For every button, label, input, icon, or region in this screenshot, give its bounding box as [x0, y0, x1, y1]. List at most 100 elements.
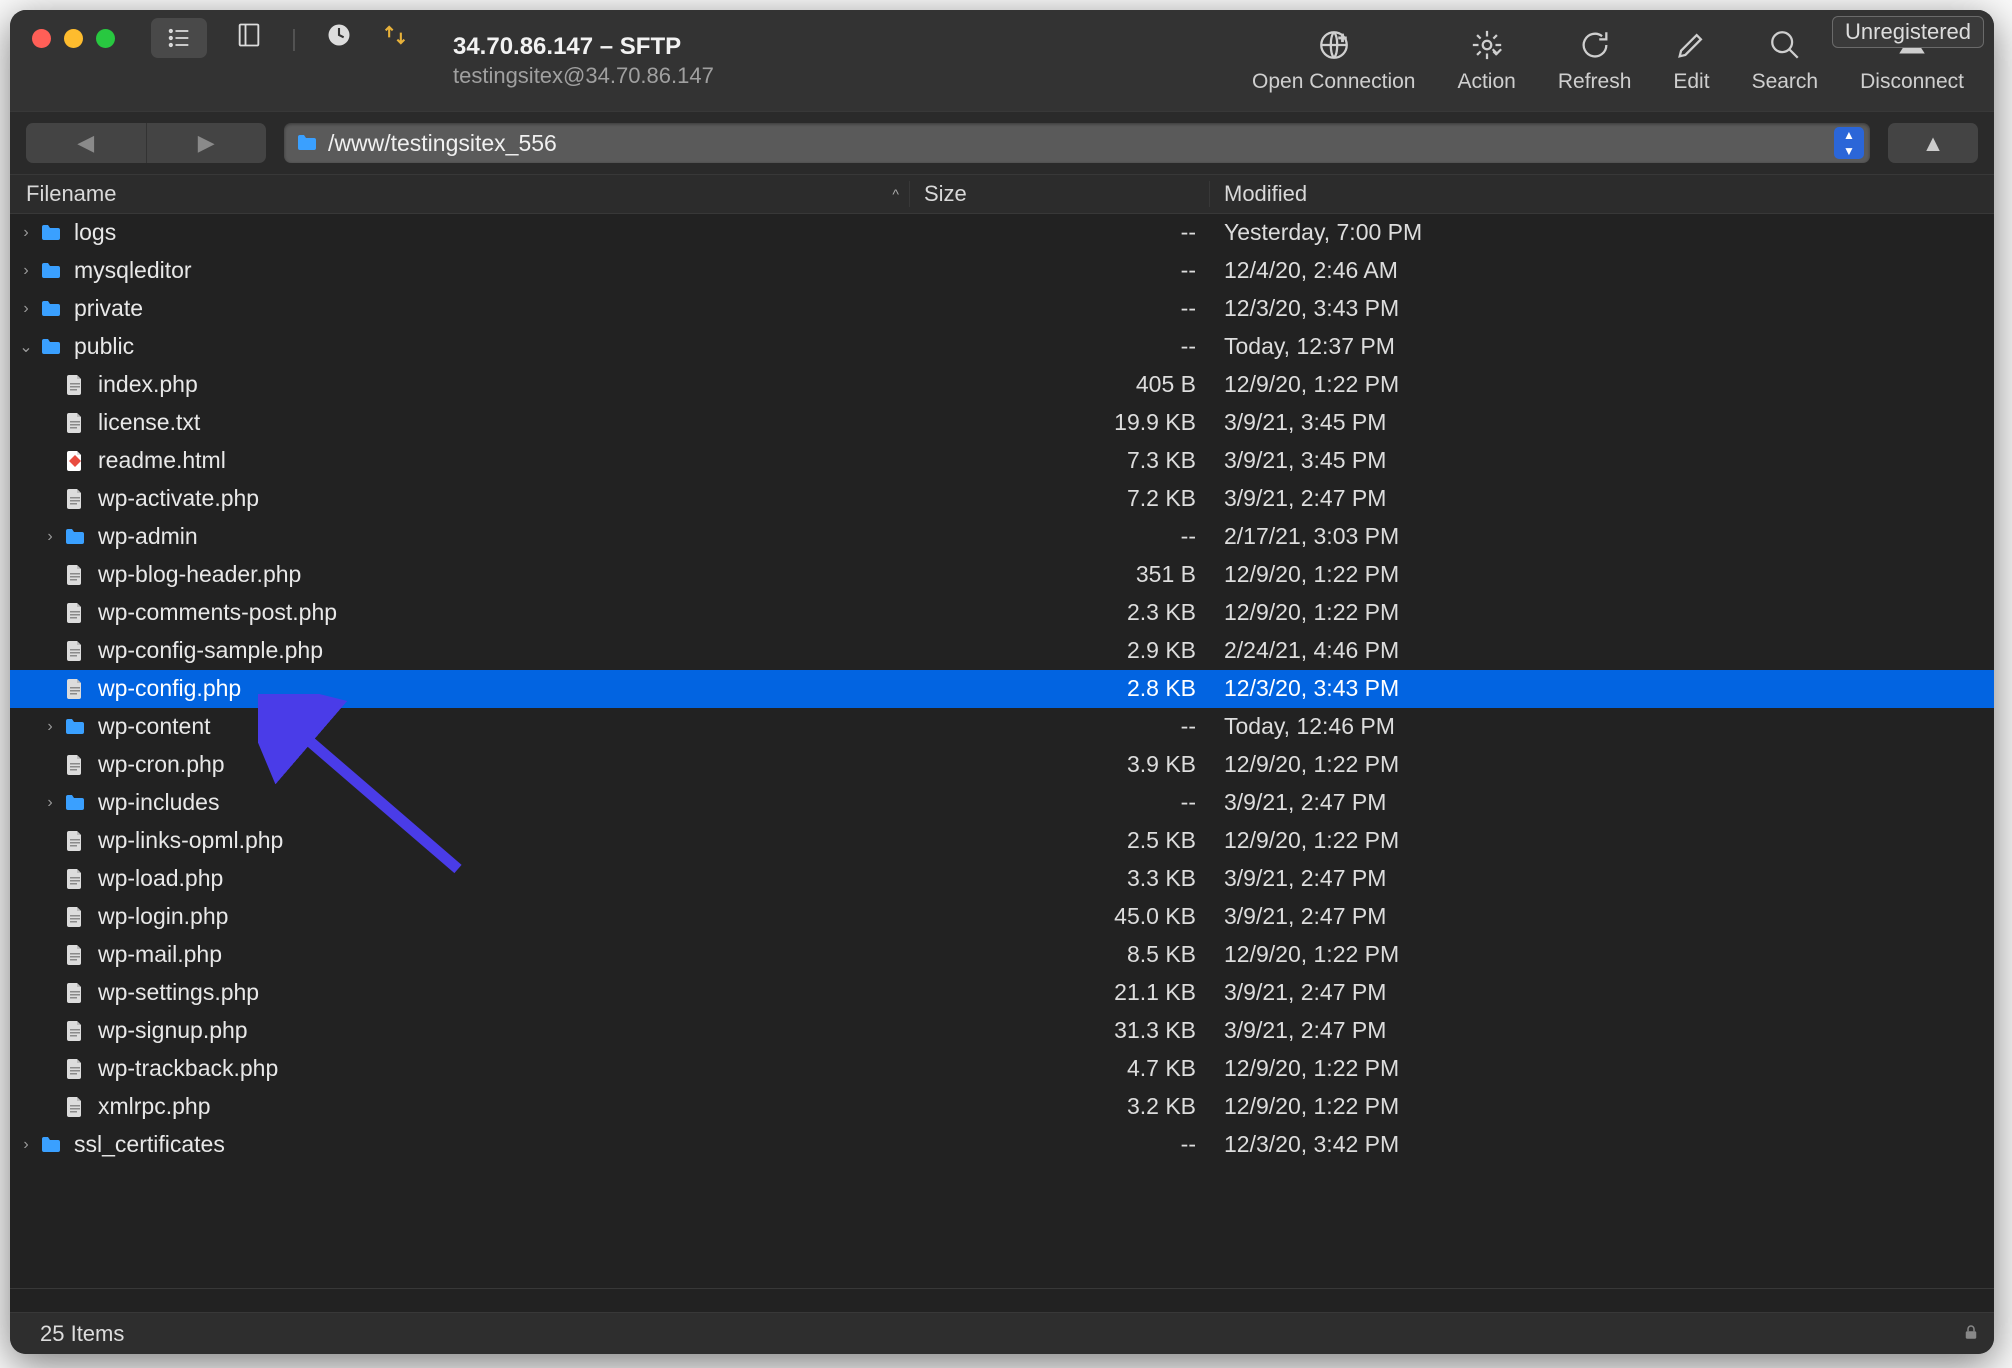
file-modified-label: 12/9/20, 1:22 PM	[1210, 1055, 1994, 1082]
file-name-label: readme.html	[98, 447, 226, 474]
file-name-label: wp-content	[98, 713, 211, 740]
navbar: ◀ ▶ /www/testingsitex_556 ▲▼ ▲	[10, 112, 1994, 174]
lock-icon	[1962, 1321, 1980, 1347]
file-row[interactable]: wp-links-opml.php2.5 KB12/9/20, 1:22 PM	[10, 822, 1994, 860]
file-name-label: wp-comments-post.php	[98, 599, 337, 626]
file-size-label: --	[910, 789, 1210, 816]
folder-icon	[62, 714, 88, 740]
folder-icon	[38, 220, 64, 246]
file-row[interactable]: ›wp-content--Today, 12:46 PM	[10, 708, 1994, 746]
file-size-label: 3.2 KB	[910, 1093, 1210, 1120]
file-row[interactable]: ›ssl_certificates--12/3/20, 3:42 PM	[10, 1126, 1994, 1164]
file-modified-label: 2/24/21, 4:46 PM	[1210, 637, 1994, 664]
file-row[interactable]: wp-mail.php8.5 KB12/9/20, 1:22 PM	[10, 936, 1994, 974]
file-list[interactable]: ›logs--Yesterday, 7:00 PM›mysqleditor--1…	[10, 214, 1994, 1288]
file-row[interactable]: wp-config-sample.php2.9 KB2/24/21, 4:46 …	[10, 632, 1994, 670]
file-row[interactable]: ›mysqleditor--12/4/20, 2:46 AM	[10, 252, 1994, 290]
path-dropdown-stepper[interactable]: ▲▼	[1834, 127, 1864, 159]
html-file-icon	[62, 448, 88, 474]
bookmarks-icon[interactable]	[235, 21, 263, 55]
minimize-window-button[interactable]	[64, 29, 83, 48]
file-icon	[62, 676, 88, 702]
file-row[interactable]: ›wp-admin--2/17/21, 3:03 PM	[10, 518, 1994, 556]
file-row[interactable]: readme.html7.3 KB3/9/21, 3:45 PM	[10, 442, 1994, 480]
file-size-label: 7.2 KB	[910, 485, 1210, 512]
file-row[interactable]: wp-activate.php7.2 KB3/9/21, 2:47 PM	[10, 480, 1994, 518]
file-icon	[62, 752, 88, 778]
disclosure-triangle-icon[interactable]: ›	[16, 300, 36, 318]
file-size-label: 2.5 KB	[910, 827, 1210, 854]
disclosure-triangle-icon[interactable]: ›	[40, 718, 60, 736]
disclosure-triangle-icon[interactable]: ›	[16, 262, 36, 280]
search-button[interactable]: Search	[1752, 28, 1819, 94]
file-row[interactable]: xmlrpc.php3.2 KB12/9/20, 1:22 PM	[10, 1088, 1994, 1126]
file-row[interactable]: wp-cron.php3.9 KB12/9/20, 1:22 PM	[10, 746, 1994, 784]
file-row[interactable]: wp-trackback.php 4.7 KB12/9/20, 1:22 PM	[10, 1050, 1994, 1088]
file-row[interactable]: wp-signup.php31.3 KB3/9/21, 2:47 PM	[10, 1012, 1994, 1050]
file-row[interactable]: ›wp-includes--3/9/21, 2:47 PM	[10, 784, 1994, 822]
file-name-label: wp-blog-header.php	[98, 561, 301, 588]
titlebar: | 34.70.86.147 – SFTP testingsitex@34.70…	[10, 10, 1994, 112]
file-modified-label: Today, 12:37 PM	[1210, 333, 1994, 360]
go-up-button[interactable]: ▲	[1888, 123, 1978, 163]
file-row[interactable]: wp-login.php45.0 KB3/9/21, 2:47 PM	[10, 898, 1994, 936]
action-button[interactable]: Action	[1457, 28, 1515, 94]
disclosure-triangle-icon[interactable]: ›	[40, 794, 60, 812]
disclosure-triangle-icon[interactable]: ›	[16, 1136, 36, 1154]
file-row[interactable]: wp-settings.php21.1 KB3/9/21, 2:47 PM	[10, 974, 1994, 1012]
file-modified-label: 12/9/20, 1:22 PM	[1210, 561, 1994, 588]
file-name-label: wp-config.php	[98, 675, 241, 702]
file-name-label: wp-trackback.php	[98, 1055, 278, 1082]
file-icon	[62, 486, 88, 512]
file-icon	[62, 372, 88, 398]
close-window-button[interactable]	[32, 29, 51, 48]
file-row[interactable]: wp-config.php2.8 KB12/3/20, 3:43 PM	[10, 670, 1994, 708]
nav-forward-button[interactable]: ▶	[146, 123, 267, 163]
file-row[interactable]: license.txt19.9 KB3/9/21, 3:45 PM	[10, 404, 1994, 442]
refresh-button[interactable]: Refresh	[1558, 28, 1632, 94]
file-row[interactable]: wp-load.php3.3 KB3/9/21, 2:47 PM	[10, 860, 1994, 898]
nav-back-button[interactable]: ◀	[26, 123, 146, 163]
column-header-modified[interactable]: Modified	[1210, 181, 1994, 207]
zoom-window-button[interactable]	[96, 29, 115, 48]
open-connection-button[interactable]: Open Connection	[1252, 28, 1415, 94]
file-row[interactable]: wp-blog-header.php351 B12/9/20, 1:22 PM	[10, 556, 1994, 594]
folder-icon	[38, 296, 64, 322]
path-field[interactable]: /www/testingsitex_556 ▲▼	[284, 123, 1870, 163]
column-header-size[interactable]: Size	[910, 181, 1210, 207]
file-name-label: wp-cron.php	[98, 751, 225, 778]
file-icon	[62, 828, 88, 854]
file-size-label: --	[910, 333, 1210, 360]
file-size-label: --	[910, 257, 1210, 284]
file-row[interactable]: wp-comments-post.php 2.3 KB12/9/20, 1:22 …	[10, 594, 1994, 632]
file-modified-label: 3/9/21, 3:45 PM	[1210, 447, 1994, 474]
history-icon[interactable]	[325, 21, 353, 55]
disclosure-triangle-icon[interactable]: ›	[16, 224, 36, 242]
file-size-label: 2.9 KB	[910, 637, 1210, 664]
file-modified-label: 12/9/20, 1:22 PM	[1210, 827, 1994, 854]
file-row[interactable]: index.php405 B12/9/20, 1:22 PM	[10, 366, 1994, 404]
file-name-label: index.php	[98, 371, 198, 398]
folder-icon	[62, 790, 88, 816]
file-row[interactable]: ⌄public--Today, 12:37 PM	[10, 328, 1994, 366]
file-icon	[62, 980, 88, 1006]
folder-icon	[294, 130, 320, 156]
file-icon	[62, 410, 88, 436]
unregistered-badge[interactable]: Unregistered	[1832, 16, 1984, 48]
file-modified-label: 12/9/20, 1:22 PM	[1210, 941, 1994, 968]
file-row[interactable]: ›private--12/3/20, 3:43 PM	[10, 290, 1994, 328]
file-modified-label: 12/9/20, 1:22 PM	[1210, 599, 1994, 626]
file-modified-label: 12/9/20, 1:22 PM	[1210, 1093, 1994, 1120]
file-row[interactable]: ›logs--Yesterday, 7:00 PM	[10, 214, 1994, 252]
file-size-label: 2.3 KB	[910, 599, 1210, 626]
file-size-label: --	[910, 1131, 1210, 1158]
disclosure-triangle-icon[interactable]: ›	[40, 528, 60, 546]
file-icon	[62, 904, 88, 930]
file-size-label: 4.7 KB	[910, 1055, 1210, 1082]
view-mode-button[interactable]	[151, 18, 207, 58]
edit-button[interactable]: Edit	[1673, 28, 1709, 94]
disclosure-triangle-icon[interactable]: ⌄	[16, 337, 36, 357]
column-header-filename[interactable]: Filename ^	[10, 181, 910, 207]
file-size-label: 405 B	[910, 371, 1210, 398]
transfers-icon[interactable]	[381, 21, 409, 55]
